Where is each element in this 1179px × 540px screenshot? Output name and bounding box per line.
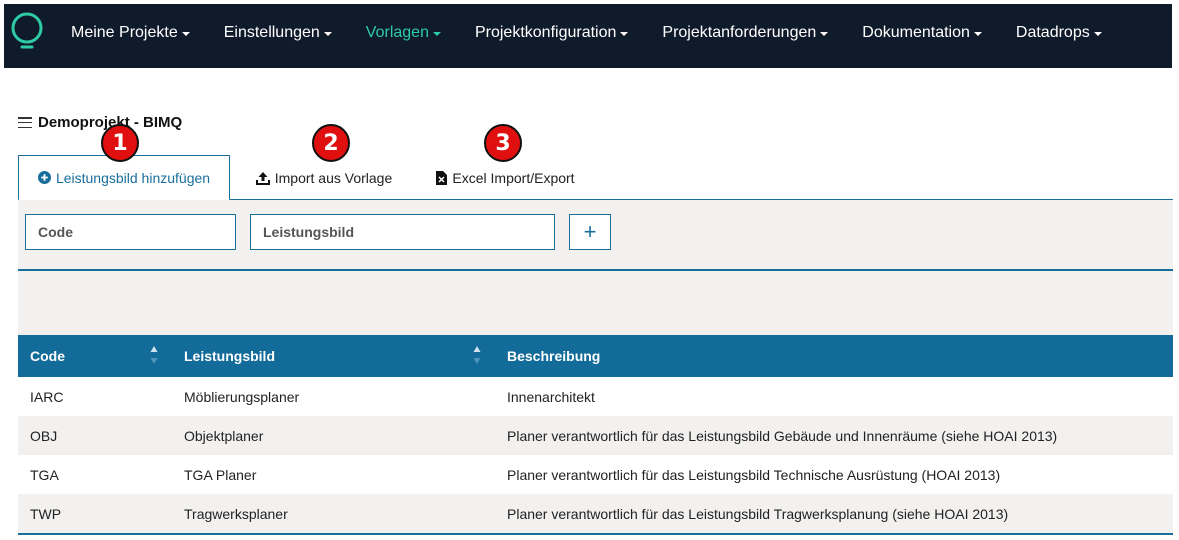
project-title: Demoprojekt - BIMQ (18, 114, 182, 131)
caret-down-icon (181, 32, 190, 36)
upload-icon (255, 171, 270, 185)
table-row[interactable]: OBJ Objektplaner Planer verantwortlich f… (18, 416, 1173, 455)
hamburger-menu-icon[interactable] (18, 117, 32, 128)
caret-down-icon (323, 32, 332, 36)
cell-leistungsbild: Möblierungsplaner (184, 389, 300, 405)
caret-down-icon (1093, 32, 1102, 36)
leistungsbild-input[interactable]: Leistungsbild (250, 214, 555, 250)
cell-leistungsbild: TGA Planer (184, 467, 257, 483)
table-row[interactable]: IARC Möblierungsplaner Innenarchitekt (18, 377, 1173, 416)
code-input[interactable]: Code (25, 214, 236, 250)
cell-code: OBJ (30, 428, 58, 444)
plus-circle-icon (37, 171, 51, 184)
table-row[interactable]: TWP Tragwerksplaner Planer verantwortlic… (18, 494, 1173, 533)
sort-icon[interactable] (150, 344, 158, 366)
nav-label: Projektkonfiguration (474, 24, 617, 41)
caret-down-icon (620, 32, 629, 36)
caret-down-icon (432, 32, 441, 36)
cell-code: TGA (30, 467, 59, 483)
nav-item-projektanforderungen[interactable]: Projektanforderungen (645, 24, 845, 42)
logo-icon[interactable] (10, 11, 44, 51)
column-header-code[interactable]: Code (30, 348, 65, 364)
add-button[interactable]: + (569, 214, 611, 250)
nav-label: Datadrops (1015, 24, 1090, 41)
column-header-beschreibung: Beschreibung (507, 348, 601, 364)
caret-down-icon (973, 32, 982, 36)
tab-label: Import aus Vorlage (274, 169, 393, 186)
nav-item-projektkonfiguration[interactable]: Projektkonfiguration (458, 24, 645, 42)
table-row[interactable]: TGA TGA Planer Planer verantwortlich für… (18, 455, 1173, 494)
cell-beschreibung: Planer verantwortlich für das Leistungsb… (507, 428, 1058, 444)
nav-item-datadrops[interactable]: Datadrops (999, 24, 1119, 42)
cell-code: IARC (30, 389, 64, 405)
add-form-panel: Code Leistungsbild + (18, 200, 1173, 335)
tab-bar: Leistungsbild hinzufügen Import aus Vorl… (18, 155, 1173, 201)
cell-beschreibung: Innenarchitekt (507, 389, 595, 405)
nav-label: Dokumentation (862, 24, 970, 41)
tab-leistungsbild-hinzufuegen[interactable]: Leistungsbild hinzufügen (18, 155, 230, 201)
marker-badge: 3 (484, 124, 522, 162)
nav-label: Projektanforderungen (662, 24, 817, 41)
cell-beschreibung: Planer verantwortlich für das Leistungsb… (507, 506, 1009, 522)
nav-item-einstellungen[interactable]: Einstellungen (207, 24, 349, 42)
cell-code: TWP (30, 506, 62, 522)
marker-badge: 1 (101, 124, 139, 162)
nav-item-vorlagen[interactable]: Vorlagen (349, 24, 458, 42)
caret-down-icon (820, 32, 829, 36)
cell-leistungsbild: Tragwerksplaner (184, 506, 288, 522)
table-bottom-border (18, 533, 1173, 535)
leistungsbild-table: Code Leistungsbild Beschreibung IARC Möb… (18, 335, 1173, 535)
nav-label: Einstellungen (223, 24, 320, 41)
nav-menu: Meine Projekte Einstellungen Vorlagen Pr… (54, 4, 1119, 62)
marker-badge: 2 (312, 124, 350, 162)
top-navbar: Meine Projekte Einstellungen Vorlagen Pr… (4, 4, 1172, 68)
nav-label: Vorlagen (365, 24, 429, 41)
tab-label: Leistungsbild hinzufügen (55, 169, 211, 186)
tab-import-aus-vorlage[interactable]: Import aus Vorlage (244, 155, 404, 200)
table-header: Code Leistungsbild Beschreibung (18, 335, 1173, 377)
divider (18, 269, 1173, 271)
cell-leistungsbild: Objektplaner (184, 428, 264, 444)
column-header-leistungsbild[interactable]: Leistungsbild (184, 348, 275, 364)
sort-icon[interactable] (473, 344, 481, 366)
nav-label: Meine Projekte (71, 24, 178, 41)
excel-file-icon (436, 170, 448, 185)
tab-label: Excel Import/Export (452, 169, 575, 186)
nav-item-dokumentation[interactable]: Dokumentation (845, 24, 999, 42)
cell-beschreibung: Planer verantwortlich für das Leistungsb… (507, 467, 1001, 483)
nav-item-meine-projekte[interactable]: Meine Projekte (54, 24, 207, 42)
